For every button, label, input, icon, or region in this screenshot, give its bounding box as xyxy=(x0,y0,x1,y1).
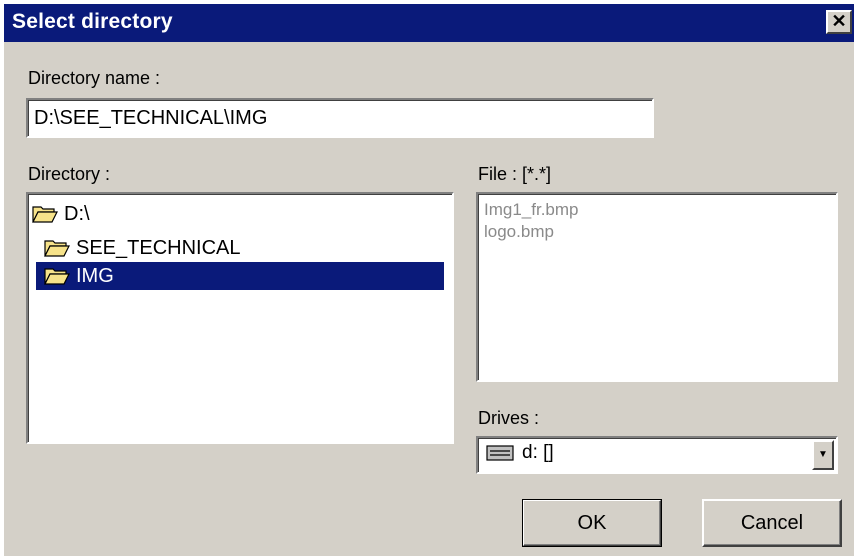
tree-item-see-technical[interactable]: SEE_TECHNICAL xyxy=(44,234,241,262)
close-button[interactable]: ✕ xyxy=(826,10,852,34)
close-icon: ✕ xyxy=(831,11,847,31)
drives-selected-value: d: [] xyxy=(486,442,554,464)
ok-button[interactable]: OK xyxy=(522,499,662,547)
folder-open-icon xyxy=(32,206,58,223)
drives-label: Drives : xyxy=(478,408,540,428)
drives-select[interactable]: d: [] ▼ xyxy=(476,436,838,474)
drives-selected-label: d: [] xyxy=(522,442,554,463)
file-filter-label: File : [*.*] xyxy=(478,164,552,184)
folder-open-icon xyxy=(44,240,70,257)
directory-label: Directory : xyxy=(28,164,111,184)
window-title: Select directory xyxy=(12,10,173,33)
file-item[interactable]: logo.bmp xyxy=(484,222,554,242)
title-bar[interactable]: Select directory ✕ xyxy=(4,4,854,42)
folder-open-icon xyxy=(44,268,70,285)
file-item[interactable]: Img1_fr.bmp xyxy=(484,200,579,220)
drive-icon xyxy=(486,445,514,461)
chevron-down-icon: ▼ xyxy=(818,449,828,460)
select-directory-dialog: Select directory ✕ Directory name : D:\S… xyxy=(4,4,854,556)
tree-item-drive-d[interactable]: D:\ xyxy=(32,200,90,228)
file-list[interactable]: Img1_fr.bmp logo.bmp xyxy=(476,192,838,382)
tree-item-label: SEE_TECHNICAL xyxy=(76,236,241,259)
directory-name-input[interactable]: D:\SEE_TECHNICAL\IMG xyxy=(26,98,654,138)
tree-item-img[interactable]: IMG xyxy=(36,262,444,290)
tree-item-label: D:\ xyxy=(64,202,90,225)
directory-tree[interactable]: D:\ SEE_TECHNICAL IMG xyxy=(26,192,454,444)
drives-dropdown-button[interactable]: ▼ xyxy=(812,440,834,470)
cancel-button[interactable]: Cancel xyxy=(702,499,842,547)
tree-item-label: IMG xyxy=(76,264,114,287)
directory-name-label: Directory name : xyxy=(28,68,161,88)
